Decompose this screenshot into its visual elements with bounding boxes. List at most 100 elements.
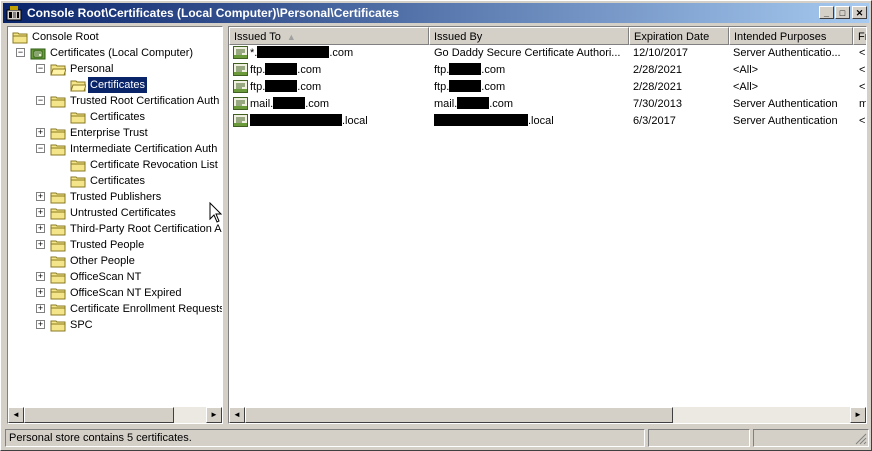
tree-item[interactable]: − Personal <box>8 61 222 77</box>
tree-item-label[interactable]: Trusted Root Certification Auth <box>68 93 221 109</box>
table-row[interactable]: ftp. .com ftp. .com 2/28/2021 <All> < <box>229 79 866 96</box>
table-row[interactable]: ftp. .com ftp. .com 2/28/2021 <All> < <box>229 62 866 79</box>
cell-friendly-name: < <box>859 64 866 76</box>
tree-item-label[interactable]: Trusted People <box>68 237 146 253</box>
column-header-issued-to[interactable]: Issued To ▲ <box>229 27 429 45</box>
tree-item-label[interactable]: SPC <box>68 317 95 333</box>
expander-minus-icon[interactable]: − <box>36 64 45 73</box>
redacted-block <box>457 97 490 109</box>
scroll-right-button[interactable]: ► <box>850 407 866 423</box>
expander-plus-icon[interactable]: + <box>36 240 45 249</box>
mouse-cursor-icon <box>209 202 223 223</box>
tree-item[interactable]: + Certificate Enrollment Requests <box>8 301 222 317</box>
list-horizontal-scrollbar[interactable]: ◄ ► <box>229 407 866 423</box>
tree-item[interactable]: − Certificates (Local Computer) <box>8 45 222 61</box>
folder-icon <box>50 240 66 252</box>
tree-item[interactable]: + OfficeScan NT <box>8 269 222 285</box>
tree-item[interactable]: Certificates <box>8 109 222 125</box>
tree-item-label[interactable]: Enterprise Trust <box>68 125 150 141</box>
column-header-intended-purposes[interactable]: Intended Purposes <box>729 27 853 45</box>
tree-item[interactable]: Certificates <box>8 76 222 94</box>
tree-item[interactable]: − Trusted Root Certification Auth <box>8 93 222 109</box>
tree-item-label[interactable]: Third-Party Root Certification A <box>68 221 222 237</box>
folder-icon <box>50 144 66 156</box>
folder-icon <box>50 208 66 220</box>
maximize-button[interactable]: □ <box>835 6 850 19</box>
scroll-left-button[interactable]: ◄ <box>229 407 245 423</box>
tree-item[interactable]: + Third-Party Root Certification A <box>8 221 222 237</box>
tree-item-label[interactable]: Certificates <box>88 109 147 125</box>
column-header-expiration-date[interactable]: Expiration Date <box>629 27 729 45</box>
column-header-friendly-name[interactable]: Fr <box>853 27 866 45</box>
certificate-icon <box>233 97 248 110</box>
tree-item-label[interactable]: Trusted Publishers <box>68 189 163 205</box>
expander-plus-icon[interactable]: + <box>36 272 45 281</box>
redacted-block <box>449 63 482 75</box>
expander-plus-icon[interactable]: + <box>36 320 45 329</box>
expander-plus-icon[interactable]: + <box>36 288 45 297</box>
expander-plus-icon[interactable]: + <box>36 192 45 201</box>
tree-item[interactable]: Other People <box>8 253 222 269</box>
issued-by-suffix: .com <box>489 98 514 110</box>
expander-plus-icon[interactable]: + <box>36 304 45 313</box>
cell-issued-to: ftp. .com <box>250 79 428 96</box>
tree-item[interactable]: + Untrusted Certificates <box>8 205 222 221</box>
cell-intended-purposes: <All> <box>733 64 759 76</box>
tree-item[interactable]: + Trusted People <box>8 237 222 253</box>
expander-minus-icon[interactable]: − <box>36 144 45 153</box>
tree-item-label[interactable]: Other People <box>68 253 137 269</box>
tree-item[interactable]: + OfficeScan NT Expired <box>8 285 222 301</box>
minimize-button[interactable]: _ <box>819 6 834 19</box>
cell-friendly-name: < <box>859 81 866 93</box>
tree-item-label[interactable]: Certificates <box>88 173 147 189</box>
folder-icon <box>50 272 66 284</box>
table-row[interactable]: mail. .com mail. .com 7/30/2013 Server Authen… <box>229 96 866 113</box>
scroll-thumb[interactable] <box>24 407 174 423</box>
tree-item[interactable]: − Intermediate Certification Auth <box>8 141 222 157</box>
tree-item-label[interactable]: Certificate Revocation List <box>88 157 220 173</box>
tree-item-label[interactable]: Untrusted Certificates <box>68 205 178 221</box>
tree-item-label[interactable]: Certificates (Local Computer) <box>48 45 195 61</box>
column-label: Expiration Date <box>634 31 710 43</box>
tree-item-label[interactable]: Intermediate Certification Auth <box>68 141 219 157</box>
tree-item[interactable]: Console Root <box>8 29 222 45</box>
column-header-issued-by[interactable]: Issued By <box>429 27 629 45</box>
tree-item-label[interactable]: OfficeScan NT Expired <box>68 285 183 301</box>
tree-item[interactable]: Certificate Revocation List <box>8 157 222 173</box>
console-tree[interactable]: Console Root − Certificates (Local Compute… <box>7 26 223 424</box>
resize-grip-icon[interactable] <box>855 433 867 445</box>
title-bar[interactable]: Console Root\Certificates (Local Compute… <box>3 3 869 23</box>
cell-issued-by: ftp. .com <box>434 79 626 96</box>
tree-item-label[interactable]: Console Root <box>30 29 101 45</box>
folder-icon <box>50 96 66 108</box>
folder-icon <box>70 160 86 172</box>
tree-item[interactable]: + Enterprise Trust <box>8 125 222 141</box>
scroll-left-button[interactable]: ◄ <box>8 407 24 423</box>
expander-minus-icon[interactable]: − <box>16 48 25 57</box>
sort-ascending-icon: ▲ <box>286 32 296 42</box>
expander-plus-icon[interactable]: + <box>36 224 45 233</box>
close-button[interactable]: ✕ <box>852 6 867 19</box>
tree-horizontal-scrollbar[interactable]: ◄ ► <box>8 407 222 423</box>
tree-item[interactable]: Certificates <box>8 173 222 189</box>
table-row[interactable]: .local .local 6/3/2017 Server Authenticatio… <box>229 113 866 130</box>
tree-item-label[interactable]: Certificates <box>86 76 149 94</box>
scroll-thumb[interactable] <box>245 407 673 423</box>
tree-item-label[interactable]: Certificate Enrollment Requests <box>68 301 222 317</box>
tree-item-label[interactable]: Personal <box>68 61 115 77</box>
expander-plus-icon[interactable]: + <box>36 128 45 137</box>
issued-by-prefix: ftp. <box>434 64 450 76</box>
table-row[interactable]: *. .com Go Daddy Secure Certificate Author… <box>229 45 866 62</box>
tree-item[interactable]: + Trusted Publishers <box>8 189 222 205</box>
tree-item[interactable]: + SPC <box>8 317 222 333</box>
expander-plus-icon[interactable]: + <box>36 208 45 217</box>
scroll-right-button[interactable]: ► <box>206 407 222 423</box>
certificate-list[interactable]: Issued To ▲ Issued By Expiration Date Int… <box>228 26 867 424</box>
redacted-block <box>257 46 330 58</box>
expander-minus-icon[interactable]: − <box>36 96 45 105</box>
folder-icon <box>50 128 66 140</box>
cell-issued-by: ftp. .com <box>434 62 626 79</box>
tree-item-label[interactable]: OfficeScan NT <box>68 269 143 285</box>
cell-expiration-date: 7/30/2013 <box>633 98 682 110</box>
cell-issued-to: mail. .com <box>250 96 428 113</box>
